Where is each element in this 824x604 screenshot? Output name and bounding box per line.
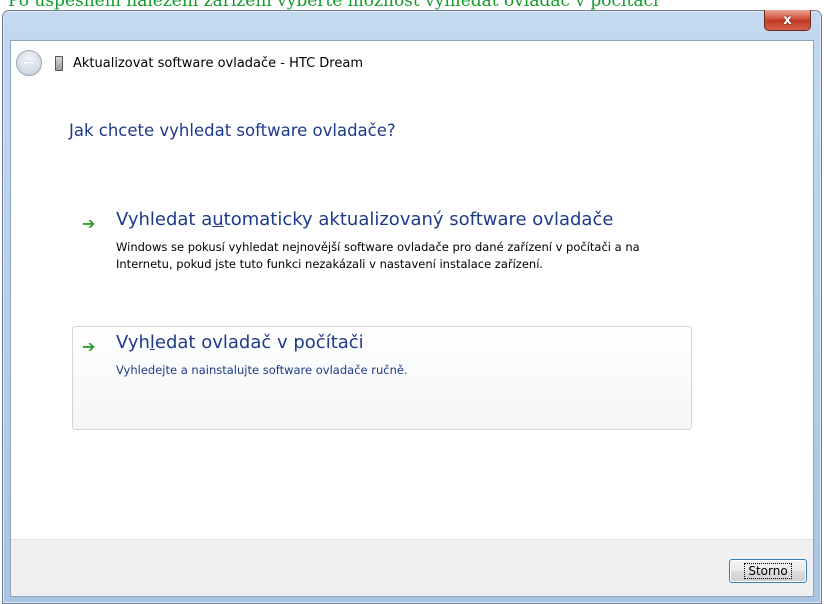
title-row: ← Aktualizovat software ovladače - HTC D… [11,41,813,89]
option-description: Windows se pokusí vyhledat nejnovější so… [116,240,640,271]
dialog-footer: Storno [11,539,813,596]
back-button[interactable]: ← [16,50,42,76]
close-button[interactable]: x [764,10,811,31]
page-title: Jak chcete vyhledat software ovladače? [69,121,396,140]
dialog-window: x ← Aktualizovat software ovladače - HTC… [2,10,822,604]
cancel-button[interactable]: Storno [729,559,807,583]
green-arrow-icon: ➔ [82,337,96,356]
option-browse-computer[interactable]: ➔ Vyhledat ovladač v počítači Vyhledejte… [72,326,692,430]
option-description: Vyhledejte a nainstalujte software ovlad… [116,363,408,377]
dialog-client: ← Aktualizovat software ovladače - HTC D… [10,40,814,597]
back-arrow-icon: ← [23,55,35,71]
green-arrow-icon: ➔ [82,214,96,233]
option-title: Vyhledat ovladač v počítači [116,332,364,353]
option-search-automatically[interactable]: ➔ Vyhledat automaticky aktualizovaný sof… [72,203,692,303]
device-icon [55,56,63,71]
close-icon: x [783,12,792,28]
window-title: Aktualizovat software ovladače - HTC Dre… [73,56,363,71]
cancel-button-label: Storno [744,563,792,579]
option-title: Vyhledat automaticky aktualizovaný softw… [116,209,614,230]
